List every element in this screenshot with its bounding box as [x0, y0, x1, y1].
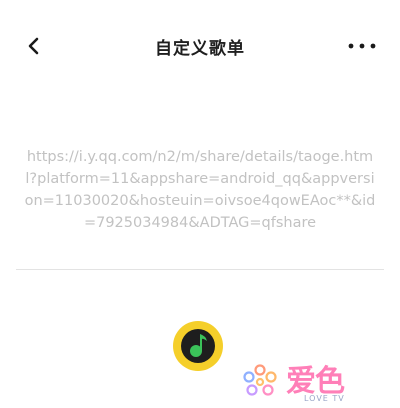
more-options-button[interactable] [346, 36, 378, 56]
watermark: 爱色 LOVE TV [238, 360, 398, 406]
playlist-url-input[interactable]: https://i.y.qq.com/n2/m/share/details/ta… [16, 140, 384, 272]
more-horizontal-icon [348, 43, 376, 49]
qq-music-logo-icon [173, 321, 223, 371]
playlist-url-text[interactable]: https://i.y.qq.com/n2/m/share/details/ta… [16, 146, 384, 234]
input-underline [16, 269, 384, 270]
top-bar: 自定义歌单 [0, 0, 400, 90]
page-title: 自定义歌单 [155, 39, 245, 59]
watermark-subtext: LOVE TV [304, 394, 345, 403]
flower-logo-icon [243, 364, 277, 396]
qq-music-logo[interactable] [172, 320, 224, 372]
